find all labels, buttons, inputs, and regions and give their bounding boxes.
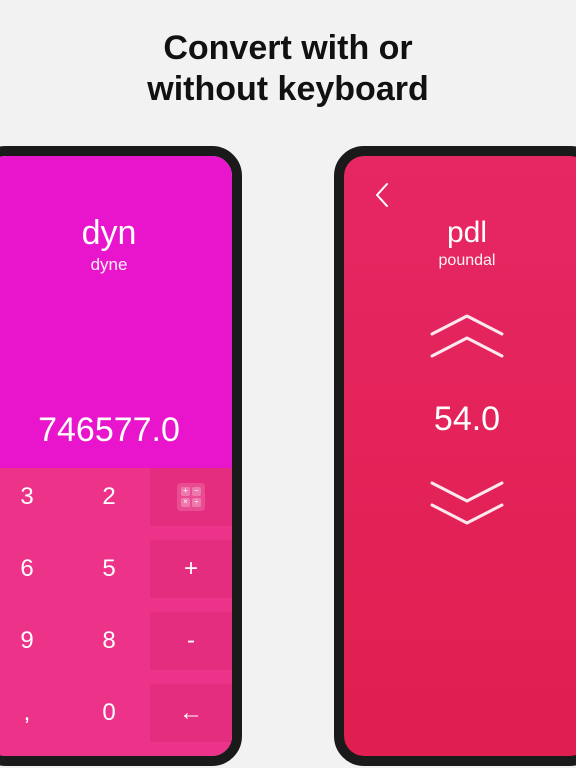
unit-display-panel[interactable]: dyn dyne 746577.0 — [0, 156, 232, 468]
double-chevron-down-icon — [422, 475, 512, 529]
key-minus[interactable]: - — [150, 612, 232, 670]
key-plus[interactable]: + — [150, 540, 232, 598]
chevron-left-icon — [374, 182, 390, 208]
key-comma[interactable]: , — [0, 684, 68, 742]
device-mockups: dyn dyne 746577.0 3 2 +− ×÷ 6 5 + 9 8 - — [0, 128, 576, 768]
unit-display-panel[interactable]: pdl poundal — [439, 216, 496, 270]
unit-name: poundal — [439, 252, 496, 270]
headline-line2: without keyboard — [20, 69, 556, 110]
back-button[interactable] — [374, 182, 390, 208]
device-right: pdl poundal 54.0 — [334, 146, 576, 766]
headline-line1: Convert with or — [20, 28, 556, 69]
unit-value: 746577.0 — [38, 411, 180, 450]
double-chevron-up-icon — [422, 310, 512, 364]
key-6[interactable]: 6 — [0, 540, 68, 598]
key-calc-toggle[interactable]: +− ×÷ — [150, 468, 232, 526]
value-scroll-zone: 54.0 — [422, 310, 512, 529]
key-3[interactable]: 3 — [0, 468, 68, 526]
device-left: dyn dyne 746577.0 3 2 +− ×÷ 6 5 + 9 8 - — [0, 146, 242, 766]
key-backspace[interactable]: ← — [150, 684, 232, 742]
unit-abbr: dyn — [82, 214, 137, 253]
decrement-button[interactable] — [422, 475, 512, 529]
promo-headline: Convert with or without keyboard — [0, 0, 576, 128]
key-5[interactable]: 5 — [68, 540, 150, 598]
key-0[interactable]: 0 — [68, 684, 150, 742]
key-2[interactable]: 2 — [68, 468, 150, 526]
increment-button[interactable] — [422, 310, 512, 364]
unit-abbr: pdl — [439, 216, 496, 250]
unit-name: dyne — [91, 255, 128, 275]
numeric-keypad: 3 2 +− ×÷ 6 5 + 9 8 - , 0 ← — [0, 468, 232, 756]
screen-left: dyn dyne 746577.0 3 2 +− ×÷ 6 5 + 9 8 - — [0, 156, 232, 756]
screen-right: pdl poundal 54.0 — [344, 156, 576, 756]
key-8[interactable]: 8 — [68, 612, 150, 670]
unit-value: 54.0 — [434, 400, 500, 439]
key-9[interactable]: 9 — [0, 612, 68, 670]
calc-panel-icon: +− ×÷ — [177, 483, 205, 511]
